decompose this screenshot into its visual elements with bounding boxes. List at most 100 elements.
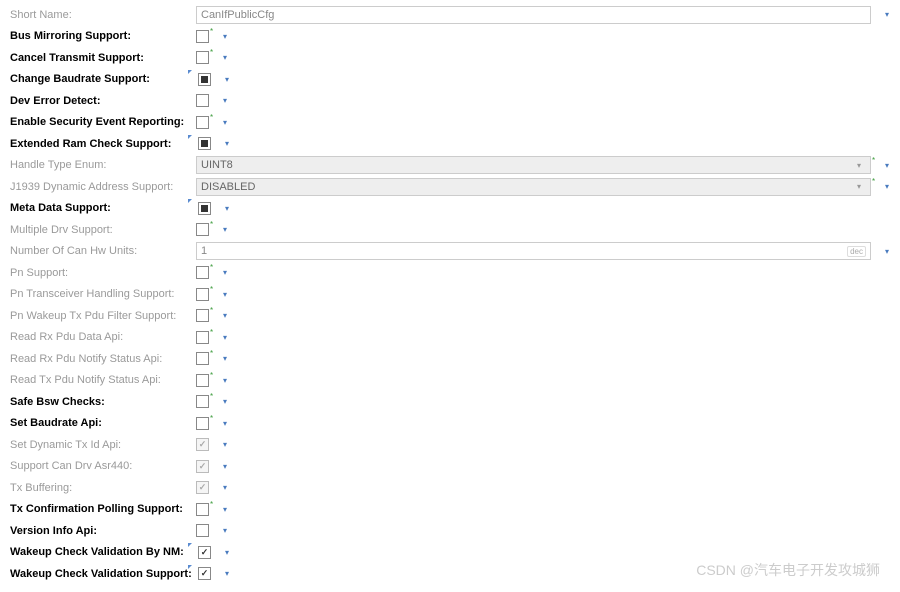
dropdown-icon[interactable]: ▾ <box>222 548 232 557</box>
field-label: Read Rx Pdu Notify Status Api: <box>8 353 188 365</box>
dropdown-icon[interactable]: ▾ <box>882 247 892 256</box>
checkbox[interactable] <box>196 374 209 387</box>
checkbox[interactable] <box>196 352 209 365</box>
field-value: DISABLED <box>201 181 852 193</box>
dropdown-icon[interactable]: ▾ <box>882 182 892 191</box>
field-row: Bus Mirroring Support:*▾ <box>8 26 892 48</box>
dropdown-icon[interactable]: ▾ <box>220 333 230 342</box>
dropdown-icon[interactable]: ▾ <box>220 505 230 514</box>
dropdown-icon[interactable]: ▾ <box>220 376 230 385</box>
field-label: Enable Security Event Reporting: <box>8 116 188 128</box>
dropdown-icon[interactable]: ▾ <box>220 462 230 471</box>
field-row: Read Rx Pdu Notify Status Api: *▾ <box>8 348 892 370</box>
checkbox[interactable] <box>198 546 211 559</box>
field-label: Pn Transceiver Handling Support: <box>8 288 188 300</box>
dropdown-icon[interactable]: ▾ <box>220 397 230 406</box>
default-marker-icon: * <box>210 48 218 57</box>
field-label: Tx Buffering: <box>8 482 188 494</box>
field-value: CanIfPublicCfg <box>201 9 866 21</box>
checkbox[interactable] <box>196 395 209 408</box>
field-row: Wakeup Check Validation By NM: ▾ <box>8 542 892 564</box>
field-value: UINT8 <box>201 159 852 171</box>
dropdown-icon[interactable]: ▾ <box>220 354 230 363</box>
field-row: Cancel Transmit Support:*▾ <box>8 47 892 69</box>
checkbox[interactable] <box>198 137 211 150</box>
default-marker-icon: * <box>210 414 218 423</box>
dropdown-icon[interactable]: ▾ <box>220 440 230 449</box>
field-label: Handle Type Enum: <box>8 159 188 171</box>
checkbox[interactable] <box>196 223 209 236</box>
config-form: Short Name:CanIfPublicCfg▾Bus Mirroring … <box>8 4 892 585</box>
field-label: Wakeup Check Validation By NM: <box>8 546 188 558</box>
dropdown-icon[interactable]: ▾ <box>220 32 230 41</box>
field-label: Tx Confirmation Polling Support: <box>8 503 188 515</box>
field-label: Pn Support: <box>8 267 188 279</box>
field-label: Dev Error Detect: <box>8 95 188 107</box>
field-label: Set Dynamic Tx Id Api: <box>8 439 188 451</box>
dropdown-icon[interactable]: ▾ <box>222 204 232 213</box>
checkbox[interactable] <box>198 202 211 215</box>
field-row: Enable Security Event Reporting: *▾ <box>8 112 892 134</box>
field-label: Multiple Drv Support: <box>8 224 188 236</box>
dropdown-icon[interactable]: ▾ <box>220 419 230 428</box>
select-field: UINT8▾ <box>196 156 871 174</box>
dropdown-icon[interactable]: ▾ <box>220 526 230 535</box>
dropdown-icon[interactable]: ▾ <box>220 53 230 62</box>
field-row: Short Name: CanIfPublicCfg ▾ <box>8 4 892 26</box>
modified-indicator-icon <box>188 199 194 205</box>
checkbox[interactable] <box>196 524 209 537</box>
field-label: Short Name: <box>8 9 188 21</box>
checkbox[interactable] <box>196 116 209 129</box>
field-label: Number Of Can Hw Units: <box>8 245 188 257</box>
checkbox[interactable] <box>196 30 209 43</box>
dropdown-icon[interactable]: ▾ <box>220 118 230 127</box>
default-marker-icon: * <box>210 220 218 229</box>
checkbox[interactable] <box>196 309 209 322</box>
dropdown-icon[interactable]: ▾ <box>220 311 230 320</box>
checkbox <box>196 460 209 473</box>
field-label: Read Tx Pdu Notify Status Api: <box>8 374 188 386</box>
field-row: Read Tx Pdu Notify Status Api:*▾ <box>8 370 892 392</box>
dropdown-icon[interactable]: ▾ <box>882 10 892 19</box>
checkbox[interactable] <box>196 94 209 107</box>
default-marker-icon: * <box>210 500 218 509</box>
checkbox[interactable] <box>198 567 211 580</box>
field-label: Meta Data Support: <box>8 202 188 214</box>
field-label: Read Rx Pdu Data Api: <box>8 331 188 343</box>
default-marker-icon: * <box>210 285 218 294</box>
dropdown-icon[interactable]: ▾ <box>222 139 232 148</box>
unit-badge: dec <box>847 246 866 257</box>
dropdown-icon[interactable]: ▾ <box>220 96 230 105</box>
dropdown-icon[interactable]: ▾ <box>222 569 232 578</box>
field-row: Number Of Can Hw Units: 1dec ▾ <box>8 241 892 263</box>
modified-indicator-icon <box>188 135 194 141</box>
checkbox[interactable] <box>196 503 209 516</box>
dropdown-icon[interactable]: ▾ <box>220 268 230 277</box>
field-label: Pn Wakeup Tx Pdu Filter Support: <box>8 310 188 322</box>
field-row: Set Baudrate Api:*▾ <box>8 413 892 435</box>
dropdown-icon[interactable]: ▾ <box>220 483 230 492</box>
dropdown-icon[interactable]: ▾ <box>222 75 232 84</box>
field-row: Tx Buffering: ▾ <box>8 477 892 499</box>
dropdown-icon[interactable]: ▾ <box>220 225 230 234</box>
field-row: Handle Type Enum: UINT8▾*▾ <box>8 155 892 177</box>
field-row: Pn Transceiver Handling Support: *▾ <box>8 284 892 306</box>
default-marker-icon: * <box>210 349 218 358</box>
checkbox[interactable] <box>196 288 209 301</box>
checkbox[interactable] <box>196 266 209 279</box>
text-field[interactable]: CanIfPublicCfg <box>196 6 871 24</box>
field-label: J1939 Dynamic Address Support: <box>8 181 188 193</box>
default-marker-icon: * <box>210 263 218 272</box>
dropdown-icon[interactable]: ▾ <box>220 290 230 299</box>
checkbox[interactable] <box>196 417 209 430</box>
text-field[interactable]: 1dec <box>196 242 871 260</box>
dropdown-icon[interactable]: ▾ <box>882 161 892 170</box>
checkbox[interactable] <box>196 331 209 344</box>
field-label: Safe Bsw Checks: <box>8 396 188 408</box>
default-marker-icon: * <box>872 156 880 165</box>
field-label: Wakeup Check Validation Support: <box>8 568 188 580</box>
checkbox[interactable] <box>198 73 211 86</box>
default-marker-icon: * <box>210 113 218 122</box>
checkbox[interactable] <box>196 51 209 64</box>
modified-indicator-icon <box>188 70 194 76</box>
